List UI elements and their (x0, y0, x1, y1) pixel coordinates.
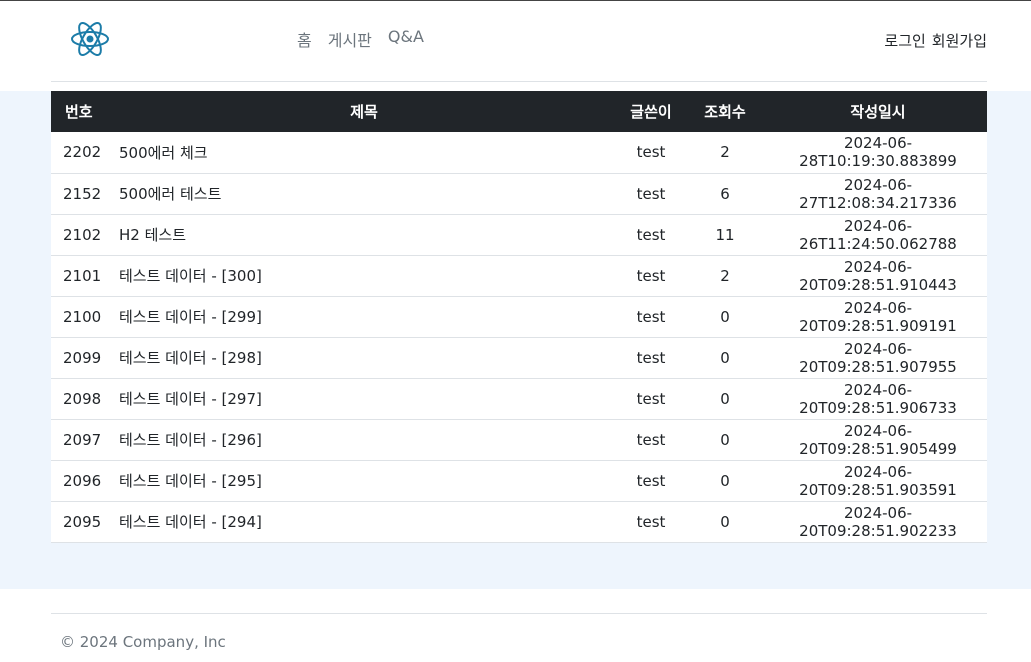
row-no: 2098 (63, 389, 102, 408)
row-date: 2024-06-20T09:28:51.902233 (799, 503, 957, 540)
row-no: 2099 (63, 348, 102, 367)
row-writer: test (636, 225, 666, 244)
signup-link[interactable]: 회원가입 (932, 30, 987, 51)
row-title: H2 테스트 (107, 214, 621, 255)
row-views: 0 (720, 348, 730, 367)
row-no: 2202 (63, 143, 102, 162)
row-no: 2097 (63, 430, 102, 449)
row-title: 500에러 체크 (107, 132, 621, 173)
row-writer: test (636, 512, 666, 531)
header-title: 제목 (350, 103, 378, 121)
post-title-link[interactable]: 테스트 데이터 - [298] (119, 349, 262, 367)
row-views: 0 (720, 389, 730, 408)
row-writer: test (636, 389, 666, 408)
row-date: 2024-06-20T09:28:51.906733 (799, 380, 957, 417)
row-date: 2024-06-28T10:19:30.883899 (799, 134, 957, 171)
board-main: 번호 제목 글쓴이 조회수 작성일시 2202 500에러 체크 test 2 2024… (0, 91, 1031, 589)
table-row[interactable]: 2096 테스트 데이터 - [295] test 0 2024-06-20T09:28… (51, 460, 987, 501)
row-writer: test (636, 266, 666, 285)
header-date: 작성일시 (850, 103, 906, 121)
table-row[interactable]: 2102 H2 테스트 test 11 2024-06-26T11:24:50.0627… (51, 214, 987, 255)
header-writer: 글쓴이 (630, 103, 672, 121)
post-title-link[interactable]: 테스트 데이터 - [295] (119, 472, 262, 490)
row-date: 2024-06-27T12:08:34.217336 (799, 175, 957, 212)
row-writer: test (636, 143, 666, 162)
nav-qna[interactable]: Q&A (388, 27, 424, 51)
row-date: 2024-06-20T09:28:51.903591 (799, 462, 957, 499)
row-title: 테스트 데이터 - [294] (107, 501, 621, 542)
table-row[interactable]: 2097 테스트 데이터 - [296] test 0 2024-06-20T09:28… (51, 419, 987, 460)
post-title-link[interactable]: 테스트 데이터 - [296] (119, 431, 262, 449)
row-date: 2024-06-20T09:28:51.910443 (799, 257, 957, 294)
row-title: 테스트 데이터 - [296] (107, 419, 621, 460)
row-views: 0 (720, 471, 730, 490)
row-title: 500에러 테스트 (107, 173, 621, 214)
row-date: 2024-06-20T09:28:51.909191 (799, 298, 957, 335)
row-views: 0 (720, 512, 730, 531)
nav-board[interactable]: 게시판 (328, 27, 372, 51)
row-title: 테스트 데이터 - [295] (107, 460, 621, 501)
login-link[interactable]: 로그인 (884, 30, 925, 51)
row-no: 2152 (63, 184, 102, 203)
site-header: 홈 게시판 Q&A 로그인 회원가입 (0, 1, 1031, 91)
row-no: 2102 (63, 225, 102, 244)
row-writer: test (636, 348, 666, 367)
row-views: 2 (720, 143, 730, 162)
footer-divider (51, 613, 987, 614)
row-date: 2024-06-20T09:28:51.905499 (799, 421, 957, 458)
header-divider (51, 81, 987, 82)
post-title-link[interactable]: 테스트 데이터 - [299] (119, 308, 262, 326)
row-writer: test (636, 307, 666, 326)
row-no: 2100 (63, 307, 102, 326)
react-atom-icon[interactable] (70, 19, 110, 59)
post-title-link[interactable]: 테스트 데이터 - [294] (119, 513, 262, 531)
row-no: 2096 (63, 471, 102, 490)
header-no: 번호 (65, 103, 93, 121)
row-views: 6 (720, 184, 730, 203)
row-writer: test (636, 184, 666, 203)
table-row[interactable]: 2101 테스트 데이터 - [300] test 2 2024-06-20T09:28… (51, 255, 987, 296)
nav-home[interactable]: 홈 (297, 27, 312, 51)
post-title-link[interactable]: 테스트 데이터 - [297] (119, 390, 262, 408)
row-title: 테스트 데이터 - [297] (107, 378, 621, 419)
row-date: 2024-06-26T11:24:50.062788 (799, 216, 957, 253)
post-title-link[interactable]: 500에러 테스트 (119, 185, 221, 203)
auth-links: 로그인 회원가입 (884, 30, 987, 51)
table-row[interactable]: 2152 500에러 테스트 test 6 2024-06-27T12:08:34.21… (51, 173, 987, 214)
row-views: 2 (720, 266, 730, 285)
post-title-link[interactable]: H2 테스트 (119, 226, 186, 244)
table-row[interactable]: 2202 500에러 체크 test 2 2024-06-28T10:19:30.883… (51, 132, 987, 173)
row-no: 2095 (63, 512, 102, 531)
main-nav: 홈 게시판 Q&A (297, 27, 440, 51)
header-views: 조회수 (704, 103, 746, 121)
table-header-row: 번호 제목 글쓴이 조회수 작성일시 (51, 91, 987, 132)
table-row[interactable]: 2099 테스트 데이터 - [298] test 0 2024-06-20T09:28… (51, 337, 987, 378)
row-title: 테스트 데이터 - [300] (107, 255, 621, 296)
post-title-link[interactable]: 테스트 데이터 - [300] (119, 267, 262, 285)
row-no: 2101 (63, 266, 102, 285)
table-row[interactable]: 2095 테스트 데이터 - [294] test 0 2024-06-20T09:28… (51, 501, 987, 542)
row-title: 테스트 데이터 - [299] (107, 296, 621, 337)
row-writer: test (636, 430, 666, 449)
table-row[interactable]: 2098 테스트 데이터 - [297] test 0 2024-06-20T09:28… (51, 378, 987, 419)
table-row[interactable]: 2100 테스트 데이터 - [299] test 0 2024-06-20T09:28… (51, 296, 987, 337)
post-title-link[interactable]: 500에러 체크 (119, 144, 208, 162)
row-views: 11 (715, 225, 735, 244)
row-date: 2024-06-20T09:28:51.907955 (799, 339, 957, 376)
footer-copyright: © 2024 Company, Inc (60, 633, 226, 651)
row-views: 0 (720, 430, 730, 449)
row-views: 0 (720, 307, 730, 326)
post-table: 번호 제목 글쓴이 조회수 작성일시 2202 500에러 체크 test 2 2024… (51, 91, 987, 543)
row-title: 테스트 데이터 - [298] (107, 337, 621, 378)
row-writer: test (636, 471, 666, 490)
